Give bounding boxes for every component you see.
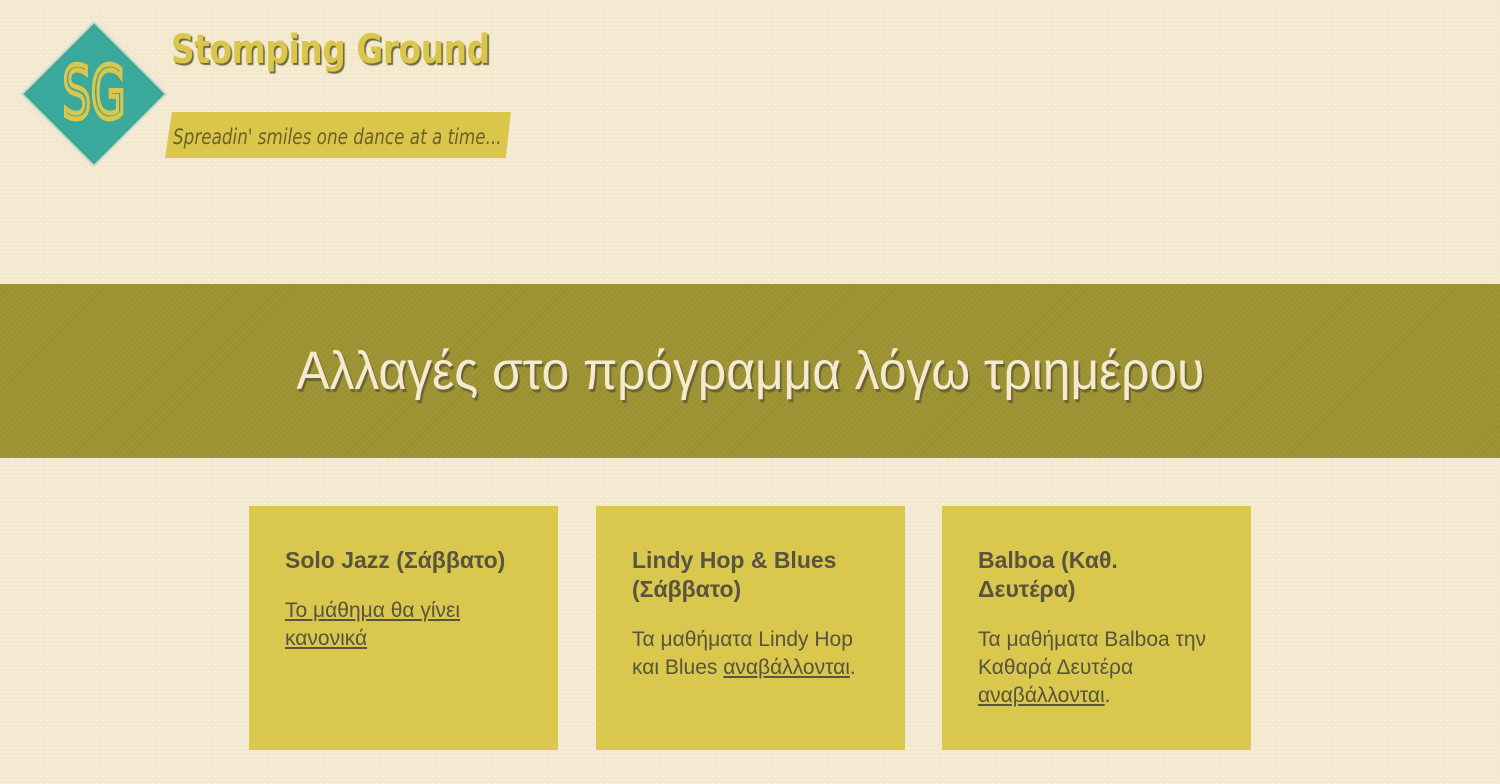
card-solo-jazz: Solo Jazz (Σάββατο) Το μάθημα θα γίνει κ… [249, 506, 558, 750]
tagline-banner: Spreadin' smiles one dance at a time... [165, 112, 511, 158]
card-lindy-hop-blues: Lindy Hop & Blues (Σάββατο) Τα μαθήματα … [596, 506, 905, 750]
logo-monogram: SG [63, 52, 126, 136]
site-title[interactable]: Stomping Ground [171, 22, 490, 78]
card-text: Τα μαθήματα Lindy Hop και Blues αναβάλλο… [632, 626, 869, 682]
card-balboa: Balboa (Καθ. Δευτέρα) Τα μαθήματα Balboa… [942, 506, 1251, 750]
card-text-before: Τα μαθήματα Balboa την Καθαρά Δευτέρα [978, 628, 1207, 679]
card-text-after: . [849, 656, 856, 679]
card-title: Lindy Hop & Blues (Σάββατο) [632, 547, 837, 602]
card-text: Τα μαθήματα Balboa την Καθαρά Δευτέρα αν… [978, 626, 1215, 710]
card-title: Solo Jazz (Σάββατο) [285, 547, 506, 573]
card-link[interactable]: αναβάλλονται [723, 656, 850, 679]
card-link[interactable]: Το μάθημα θα γίνει κανονικά [285, 599, 460, 650]
card-text: Το μάθημα θα γίνει κανονικά [285, 597, 522, 653]
card-link[interactable]: αναβάλλονται [978, 684, 1105, 707]
card-text-after: . [1104, 684, 1111, 707]
logo[interactable]: SG [19, 19, 169, 169]
tagline-text: Spreadin' smiles one dance at a time... [173, 125, 502, 149]
announcement-banner: Αλλαγές στο πρόγραμμα λόγω τριημέρου [0, 284, 1500, 458]
logo-diamond-icon: SG [20, 20, 168, 168]
banner-title: Αλλαγές στο πρόγραμμα λόγω τριημέρου [296, 341, 1204, 401]
card-title: Balboa (Καθ. Δευτέρα) [978, 547, 1118, 602]
